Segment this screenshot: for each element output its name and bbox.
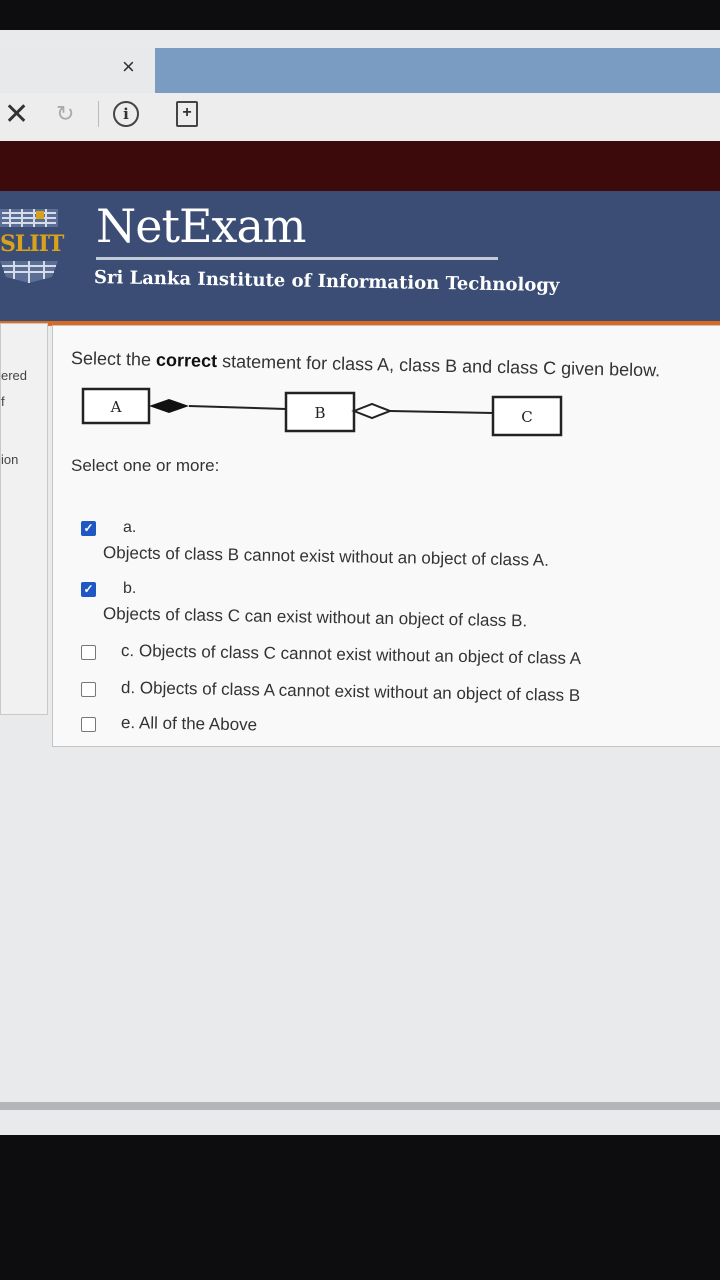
answer-option-a[interactable]: ✓ a. Objects of class B cannot exist wit… [53,491,720,570]
aggregation-diamond-icon [351,402,393,420]
site-title: NetExam [96,199,307,253]
question-text-before: Select the [70,348,157,370]
option-d-checkbox[interactable] [81,682,96,697]
option-e-checkbox[interactable] [81,717,96,732]
class-c-box: C [491,395,563,437]
answer-option-e[interactable]: e. All of the Above [53,713,720,747]
sliit-logo: SLIIT [0,205,64,283]
option-b-letter: b. [123,580,137,597]
class-a-box: A [81,387,151,425]
page-add-icon[interactable]: + [176,101,198,127]
close-tab-icon[interactable]: × [122,54,135,80]
class-b-label: B [314,404,325,422]
top-banner-bar [0,141,720,191]
info-icon[interactable]: i [113,101,139,127]
site-header: SLIIT NetExam Sri Lanka Institute of Inf… [0,191,720,326]
class-a-label: A [110,398,122,416]
option-b-checkbox[interactable]: ✓ [81,582,96,597]
class-c-label: C [521,408,532,426]
option-e-text: e. All of the Above [120,713,258,735]
option-c-text: c. Objects of class C cannot exist witho… [120,641,582,669]
answer-option-b[interactable]: ✓ b. Objects of class C can exist withou… [53,554,720,630]
toolbar-divider [98,101,99,127]
page-bottom-edge [0,1102,720,1110]
answer-option-d[interactable]: d. Objects of class A cannot exist witho… [53,678,720,712]
browser-tab[interactable]: × [0,48,155,93]
browser-tab-new[interactable] [155,48,720,93]
uml-class-diagram: A B C [81,387,563,437]
composition-line [188,405,287,410]
composition-diamond-icon [149,399,189,413]
refresh-icon[interactable]: ↻ [56,101,74,127]
select-instruction: Select one or more: [71,456,220,475]
side-label-question: ion [1,452,19,467]
answer-option-c[interactable]: c. Objects of class C cannot exist witho… [53,641,720,675]
side-label-of: f [1,394,5,409]
stop-icon[interactable]: ✕ [4,97,29,132]
option-c-checkbox[interactable] [81,645,96,660]
logo-text: SLIIT [0,231,64,257]
aggregation-line [389,410,494,414]
browser-tab-strip: × [0,48,720,93]
question-card: Select the correct statement for class A… [52,325,720,747]
question-text: Select the correct statement for class A… [71,348,661,381]
option-a-letter: a. [123,519,137,536]
option-b-text: Objects of class C can exist without an … [102,604,528,631]
screen: × ✕ ↻ i + SLIIT NetExam Sri Lanka Instit… [0,30,720,1135]
side-label-answered: ered [1,368,28,383]
question-text-bold: correct [155,349,218,372]
title-divider [96,257,498,260]
site-subtitle: Sri Lanka Institute of Information Techn… [93,267,560,297]
question-nav-panel: ered f ion [0,323,48,715]
question-text-after: statement for class A, class B and class… [216,351,661,381]
browser-toolbar: ✕ ↻ i + [0,93,720,141]
option-a-checkbox[interactable]: ✓ [81,521,96,536]
class-b-box: B [284,391,356,433]
option-d-text: d. Objects of class A cannot exist witho… [120,678,581,706]
